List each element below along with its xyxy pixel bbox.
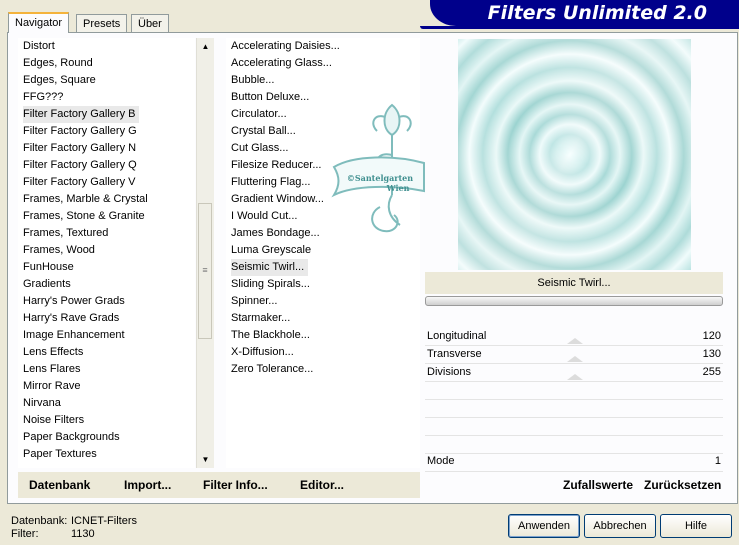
filter-info-button[interactable]: Filter Info... — [203, 478, 268, 492]
parameter-row[interactable]: Longitudinal 120 — [425, 328, 723, 346]
category-item[interactable]: Edges, Square — [18, 72, 195, 89]
mode-value[interactable]: 1 — [715, 453, 721, 470]
help-button[interactable]: Hilfe — [660, 514, 732, 538]
editor-label: Editor... — [300, 478, 345, 492]
mode-row[interactable]: Mode 1 — [425, 453, 723, 470]
randomize-button[interactable]: Zufallswerte — [563, 478, 633, 492]
empty-parameter-row — [425, 418, 723, 436]
category-item[interactable]: Frames, Marble & Crystal — [18, 191, 195, 208]
category-item[interactable]: Lens Flares — [18, 361, 195, 378]
filter-info-label: Filter Info... — [203, 478, 268, 492]
filter-item[interactable]: Sliding Spirals... — [226, 276, 420, 293]
status-filter-value: 1130 — [71, 528, 95, 540]
editor-button[interactable]: Editor... — [300, 478, 344, 492]
watermark-text-1: ©Santelgarten — [347, 173, 413, 183]
status-db-label: Datenbank: — [11, 515, 68, 527]
category-item[interactable]: Distort — [18, 38, 195, 55]
filter-item[interactable]: Seismic Twirl... — [226, 259, 420, 276]
filter-item[interactable]: Bubble... — [226, 72, 420, 89]
category-list[interactable]: Distort Edges, Round Edges, Square FFG??? Fi… — [18, 38, 195, 468]
slider-tick-icon — [567, 356, 583, 362]
parameter-value[interactable]: 130 — [703, 346, 721, 363]
slider-tick-icon — [567, 374, 583, 380]
import-label: Import... — [124, 478, 172, 492]
preview-swirl — [458, 39, 691, 270]
category-item[interactable]: Mirror Rave — [18, 378, 195, 395]
reset-button[interactable]: Zurücksetzen — [644, 478, 721, 492]
filter-item[interactable]: Accelerating Glass... — [226, 55, 420, 72]
filter-item[interactable]: Starmaker... — [226, 310, 420, 327]
parameter-list: Longitudinal 120 Transverse 130 Divisions 255 — [425, 328, 723, 472]
status-db-value: ICNET-Filters — [71, 515, 137, 527]
category-item[interactable]: Frames, Wood — [18, 242, 195, 259]
tab-ueber[interactable]: Über — [131, 14, 169, 32]
datenbank-label: Datenbank — [29, 478, 91, 492]
category-item[interactable]: Filter Factory Gallery G — [18, 123, 195, 140]
parameter-label: Longitudinal — [427, 330, 487, 342]
category-item[interactable]: Harry's Power Grads — [18, 293, 195, 310]
category-item[interactable]: Edges, Round — [18, 55, 195, 72]
tab-presets[interactable]: Presets — [76, 14, 128, 32]
category-item[interactable]: FFG??? — [18, 89, 195, 106]
title-underline — [420, 26, 739, 29]
category-item[interactable]: Nirvana — [18, 395, 195, 412]
scroll-thumb[interactable]: ≡ — [198, 203, 212, 339]
scroll-down-icon[interactable]: ▼ — [197, 451, 214, 468]
parameter-value[interactable]: 120 — [703, 328, 721, 345]
app-title: Filters Unlimited 2.0 — [430, 0, 739, 26]
category-item[interactable]: Filter Factory Gallery Q — [18, 157, 195, 174]
cancel-button[interactable]: Abbrechen — [584, 514, 656, 538]
parameter-label: Transverse — [427, 348, 482, 360]
filter-item[interactable]: Accelerating Daisies... — [226, 38, 420, 55]
category-item[interactable]: Frames, Stone & Granite — [18, 208, 195, 225]
category-item[interactable]: Lens Effects — [18, 344, 195, 361]
filter-item[interactable]: Zero Tolerance... — [226, 361, 420, 378]
filter-item[interactable]: Spinner... — [226, 293, 420, 310]
category-item[interactable]: Harry's Rave Grads — [18, 310, 195, 327]
category-item[interactable]: Noise Filters — [18, 412, 195, 429]
tab-navigator[interactable]: Navigator — [8, 12, 70, 33]
empty-parameter-row — [425, 382, 723, 400]
filter-item[interactable]: The Blackhole... — [226, 327, 420, 344]
parameter-row[interactable]: Divisions 255 — [425, 364, 723, 382]
selected-filter-highlight: Seismic Twirl... — [231, 259, 309, 276]
import-button[interactable]: Import... — [124, 478, 171, 492]
watermark-text-2: Wien — [386, 183, 410, 193]
filter-item[interactable]: X-Diffusion... — [226, 344, 420, 361]
category-item[interactable]: Paper Textures — [18, 446, 195, 463]
category-item[interactable]: Frames, Textured — [18, 225, 195, 242]
category-item[interactable]: FunHouse — [18, 259, 195, 276]
empty-parameter-row — [425, 436, 723, 454]
category-item[interactable]: Image Enhancement — [18, 327, 195, 344]
filter-name-label: Seismic Twirl... — [425, 272, 723, 294]
category-item[interactable]: Filter Factory Gallery N — [18, 140, 195, 157]
datenbank-button[interactable]: Datenbank — [29, 478, 90, 492]
category-item[interactable]: Filter Factory Gallery B — [18, 106, 195, 123]
category-item[interactable]: Filter Factory Gallery V — [18, 174, 195, 191]
parameter-row[interactable]: Transverse 130 — [425, 346, 723, 364]
parameter-value[interactable]: 255 — [703, 364, 721, 381]
progress-bar — [425, 296, 723, 306]
empty-parameter-row — [425, 400, 723, 418]
category-item[interactable]: Gradients — [18, 276, 195, 293]
category-scrollbar[interactable]: ▲ ≡ ▼ — [196, 38, 214, 468]
scroll-up-icon[interactable]: ▲ — [197, 38, 214, 55]
filter-preview[interactable] — [458, 39, 691, 270]
status-filter-label: Filter: — [11, 528, 39, 540]
category-item[interactable]: Paper Backgrounds — [18, 429, 195, 446]
parameter-label: Divisions — [427, 366, 472, 378]
selected-category-highlight: Filter Factory Gallery B — [23, 106, 140, 123]
apply-button[interactable]: Anwenden — [508, 514, 580, 538]
watermark-logo: ©Santelgarten Wien — [331, 103, 425, 233]
slider-tick-icon — [567, 338, 583, 344]
mode-label: Mode — [427, 455, 455, 467]
